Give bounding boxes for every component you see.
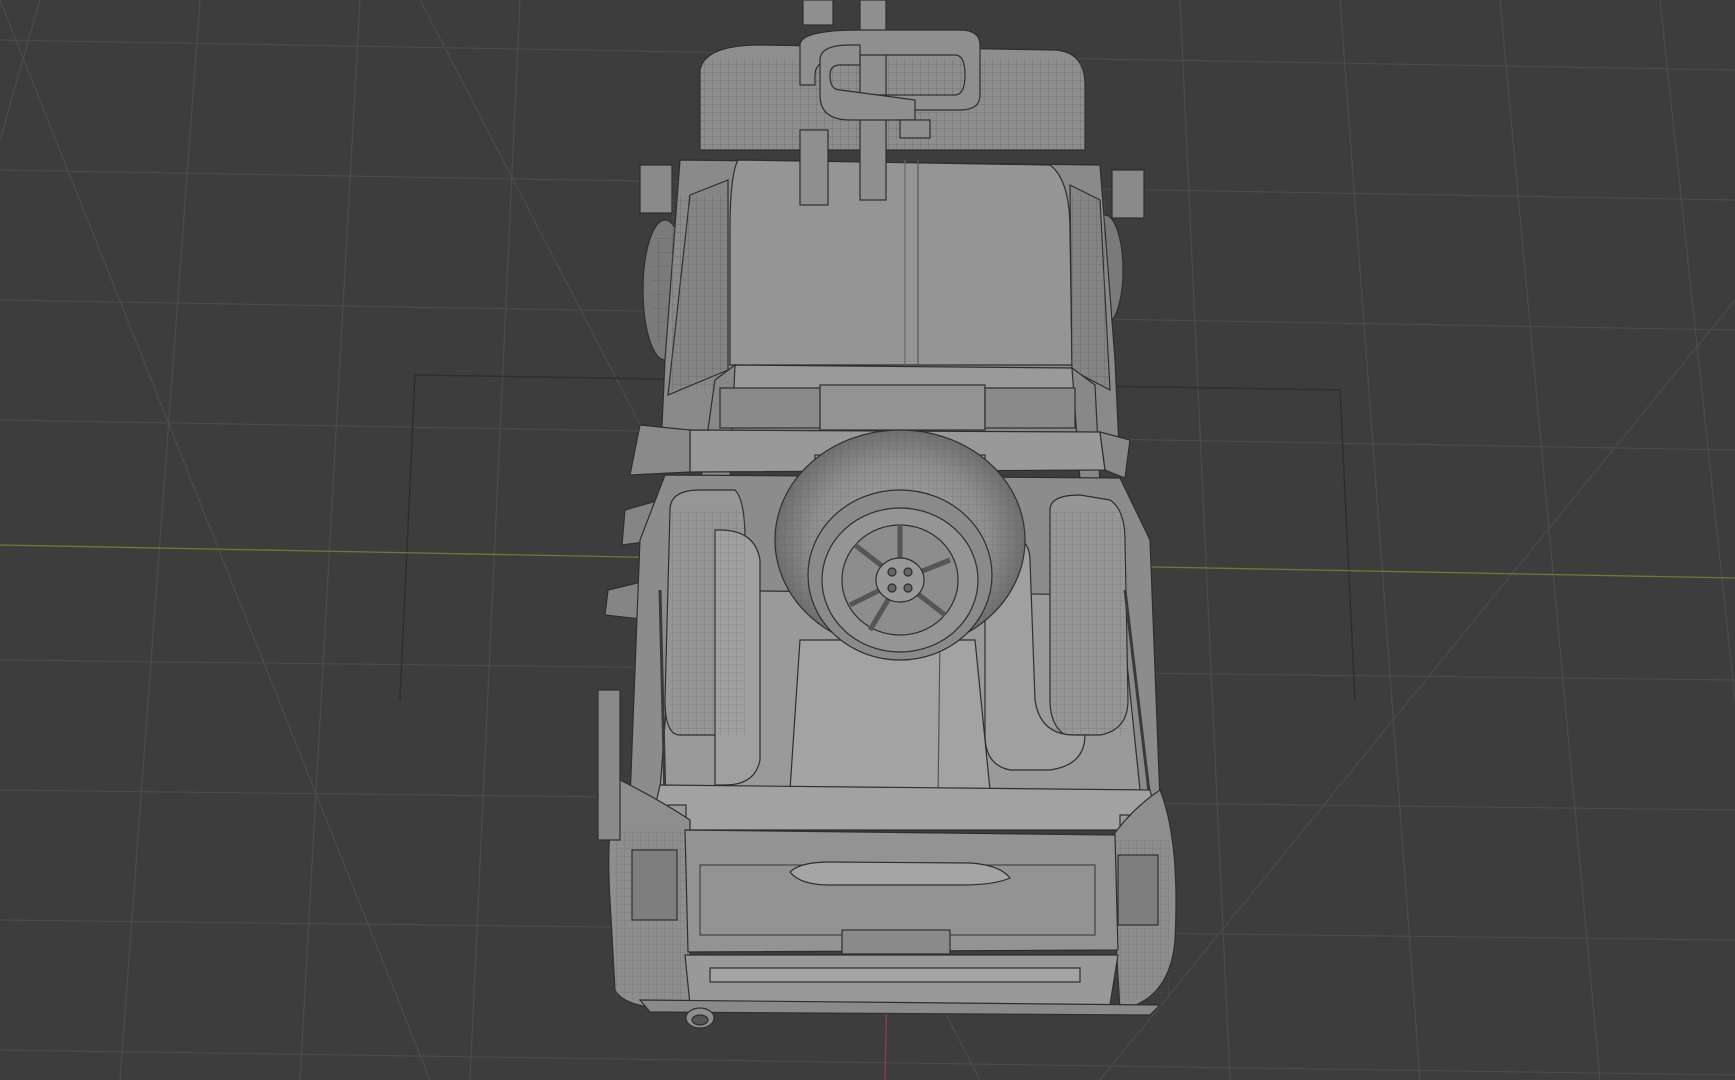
truck-mesh[interactable] [597,0,1177,1029]
left-mud-flap [597,689,621,841]
rack-box-center [819,384,986,431]
left-mirror [639,164,673,214]
right-mirror [1111,169,1145,219]
viewport-canvas[interactable] [0,0,1735,1080]
rack-box-left [719,387,821,429]
cab-roof [729,159,1073,366]
left-taillight [631,849,678,921]
rack-box-right [984,387,1076,429]
tailgate-handle [789,861,1011,886]
license-plate [841,929,951,955]
tailgate-top [649,784,1161,831]
3d-viewport[interactable] [0,0,1735,1080]
right-taillight [1117,854,1159,926]
